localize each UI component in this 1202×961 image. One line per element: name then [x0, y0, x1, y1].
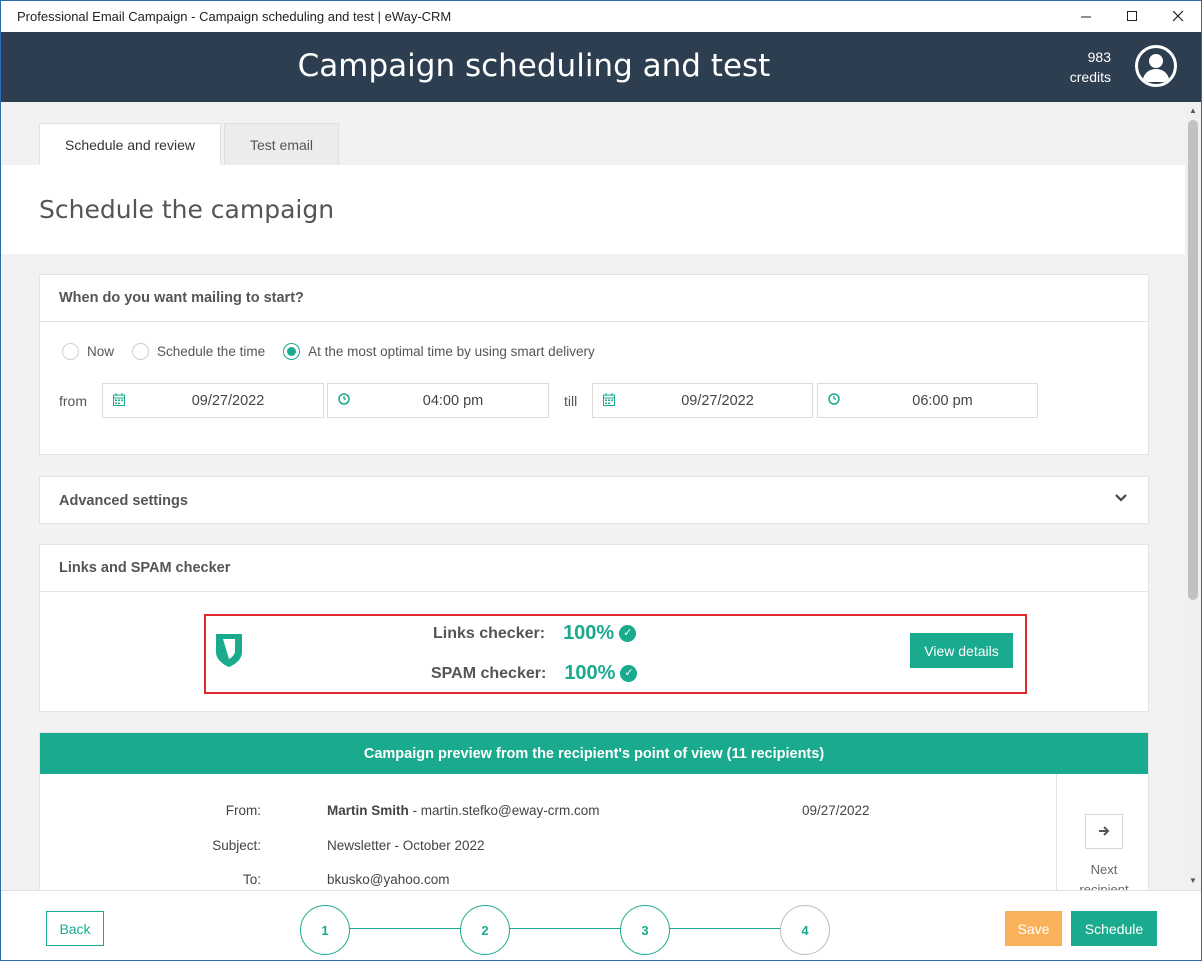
radio-schedule-time[interactable]: Schedule the time — [132, 343, 265, 360]
chevron-down-icon[interactable] — [1114, 493, 1128, 503]
spam-checker-row: SPAM checker: 100% ✓ — [431, 662, 638, 685]
minimize-icon — [1080, 16, 1091, 18]
calendar-icon — [603, 393, 615, 406]
from-time-field[interactable]: 04:00 pm — [327, 383, 549, 418]
links-checker-value: 100% — [563, 622, 615, 644]
from-label: from — [59, 393, 87, 409]
step-3[interactable]: 3 — [620, 905, 670, 955]
page-title: Schedule the campaign — [39, 195, 335, 224]
links-checker-label: Links checker: — [433, 624, 546, 642]
step-2[interactable]: 2 — [460, 905, 510, 955]
credits-count: 983 — [1087, 49, 1111, 65]
spam-checker-value: 100% — [564, 662, 616, 684]
app-window: Professional Email Campaign - Campaign s… — [0, 0, 1202, 961]
tab-test-email[interactable]: Test email — [223, 123, 340, 165]
step-4[interactable]: 4 — [780, 905, 830, 955]
clock-icon — [828, 393, 840, 405]
check-circle-icon: ✓ — [620, 665, 638, 682]
next-recipient-column: Next recipient — [1056, 774, 1150, 890]
from-field-value: Martin Smith - martin.stefko@eway-crm.co… — [327, 803, 600, 818]
checker-results: Links checker: 100% ✓ SPAM checker: 100%… — [204, 614, 1027, 694]
step-1[interactable]: 1 — [300, 905, 350, 955]
till-time-value: 06:00 pm — [912, 393, 973, 409]
from-date-field[interactable]: 09/27/2022 — [102, 383, 324, 418]
credits-counter: 983 credits — [1070, 47, 1111, 87]
from-field-label: From: — [225, 803, 261, 818]
radio-smart-delivery[interactable]: At the most optimal time by using smart … — [283, 343, 595, 360]
scrollbar-thumb[interactable] — [1188, 120, 1198, 600]
radio-now[interactable]: Now — [62, 343, 114, 360]
radio-now-circle[interactable] — [62, 343, 79, 360]
radio-smart-delivery-circle[interactable] — [283, 343, 301, 360]
back-button[interactable]: Back — [46, 911, 104, 946]
page-header: Schedule the campaign — [1, 165, 1185, 254]
maximize-button[interactable] — [1109, 1, 1155, 32]
radio-schedule-time-circle[interactable] — [132, 343, 150, 360]
next-recipient-button[interactable] — [1085, 814, 1123, 849]
advanced-settings-panel[interactable]: Advanced settings — [39, 476, 1149, 524]
till-label: till — [564, 393, 578, 409]
checker-heading: Links and SPAM checker — [40, 545, 1148, 592]
links-spam-checker-card: Links and SPAM checker Links checker: 10… — [39, 544, 1149, 712]
user-avatar-icon[interactable] — [1135, 45, 1177, 87]
close-button[interactable] — [1155, 1, 1201, 32]
header-title: Campaign scheduling and test — [297, 48, 771, 84]
title-bar: Professional Email Campaign - Campaign s… — [1, 1, 1201, 32]
next-recipient-label: Next recipient — [1057, 860, 1151, 890]
preview-date: 09/27/2022 — [802, 803, 870, 818]
datetime-row: from 09/27/2022 04:00 pm till 09/27/2022… — [40, 383, 1148, 419]
view-details-button[interactable]: View details — [910, 633, 1013, 668]
to-field-value: bkusko@yahoo.com — [327, 872, 450, 887]
main-content: Schedule and review Test email Schedule … — [1, 102, 1185, 890]
save-button[interactable]: Save — [1005, 911, 1062, 946]
next-label-line-2: recipient — [1079, 882, 1129, 890]
window-title: Professional Email Campaign - Campaign s… — [17, 9, 452, 24]
schedule-card: When do you want mailing to start? Now S… — [39, 274, 1149, 455]
clock-icon — [338, 393, 350, 405]
sender-email: - martin.stefko@eway-crm.com — [408, 803, 600, 818]
maximize-icon — [1126, 11, 1137, 21]
vertical-scrollbar[interactable]: ▲ ▼ — [1185, 102, 1201, 890]
till-date-value: 09/27/2022 — [681, 393, 754, 409]
preview-heading: Campaign preview from the recipient's po… — [40, 733, 1148, 774]
wizard-footer: Back 1 2 3 4 Save Schedule — [1, 890, 1201, 960]
close-icon — [1172, 11, 1183, 22]
step-progress-line — [324, 928, 804, 929]
till-time-field[interactable]: 06:00 pm — [817, 383, 1038, 418]
app-header: Campaign scheduling and test 983 credits — [1, 32, 1201, 102]
radio-smart-delivery-label: At the most optimal time by using smart … — [308, 344, 595, 359]
from-date-value: 09/27/2022 — [191, 393, 265, 409]
advanced-settings-heading: Advanced settings — [59, 492, 188, 509]
radio-schedule-time-label: Schedule the time — [157, 344, 266, 359]
next-label-line-1: Next — [1090, 862, 1118, 877]
calendar-icon — [113, 393, 125, 406]
schedule-button[interactable]: Schedule — [1071, 911, 1157, 946]
sender-name: Martin Smith — [327, 803, 409, 818]
arrow-right-icon — [1099, 826, 1110, 836]
radio-now-label: Now — [87, 344, 115, 359]
scroll-up-icon[interactable]: ▲ — [1185, 104, 1201, 118]
minimize-button[interactable] — [1063, 1, 1109, 32]
scroll-down-icon[interactable]: ▼ — [1185, 874, 1201, 888]
credits-label: credits — [1069, 69, 1111, 85]
to-field-label: To: — [242, 872, 261, 887]
links-checker-row: Links checker: 100% ✓ — [433, 622, 637, 645]
campaign-preview: Campaign preview from the recipient's po… — [39, 732, 1149, 890]
from-time-value: 04:00 pm — [422, 393, 484, 409]
start-options: Now Schedule the time At the most optima… — [62, 343, 613, 360]
check-circle-icon: ✓ — [619, 625, 637, 642]
subject-field-label: Subject: — [212, 838, 261, 853]
tab-bar: Schedule and review Test email — [39, 123, 342, 165]
spam-checker-label: SPAM checker: — [431, 664, 547, 682]
tab-schedule-and-review[interactable]: Schedule and review — [39, 123, 221, 165]
till-date-field[interactable]: 09/27/2022 — [592, 383, 813, 418]
subject-field-value: Newsletter - October 2022 — [327, 838, 485, 853]
shield-icon — [216, 634, 242, 667]
schedule-heading: When do you want mailing to start? — [40, 275, 1148, 322]
